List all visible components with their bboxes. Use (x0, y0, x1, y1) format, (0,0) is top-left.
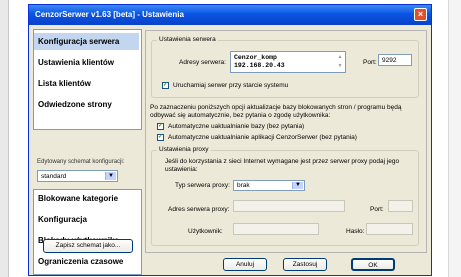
server-address-line-2: 192.168.20.43 (234, 62, 285, 69)
nav-item-server-config[interactable]: Konfiguracja serwera (34, 33, 139, 50)
settings-window: CenzorSerwer v1.63 [beta] - Ustawienia ×… (28, 4, 432, 276)
scroll-down-icon: ▼ (337, 63, 343, 69)
server-settings-panel: Ustawienia serwera Adresy serwera: Cenzo… (145, 30, 427, 253)
nav-item-configuration[interactable]: Konfiguracja (38, 215, 87, 224)
nav-item-visited-pages[interactable]: Odwiedzone strony (38, 100, 112, 109)
nav-item-client-list[interactable]: Lista klientów (38, 79, 91, 88)
server-settings-group: Ustawienia serwera Adresy serwera: Cenzo… (151, 36, 419, 98)
server-port-field[interactable]: 9292 (378, 54, 412, 66)
proxy-user-field[interactable] (233, 223, 319, 235)
proxy-password-field[interactable] (366, 223, 413, 235)
server-address-field[interactable]: Cenzor_komp 192.168.20.43 ▲ ▼ (230, 51, 346, 73)
settings-sidebar: Konfiguracja serwera Ustawienia klientów… (33, 29, 142, 275)
proxy-description: Jeśli do korzystania z sieci Internet wy… (165, 158, 400, 173)
chevron-down-icon: ▼ (105, 172, 116, 180)
proxy-password-label: Hasło: (346, 228, 365, 235)
right-page-margin (448, 0, 461, 277)
schema-select-value: standard (41, 173, 67, 180)
close-icon: × (417, 9, 424, 19)
auto-db-update-label: Automatyczne uaktualnianie bazy (bez pyt… (168, 123, 305, 130)
apply-button[interactable]: Zastosuj (283, 258, 327, 271)
schema-select[interactable]: standard ▼ (37, 170, 118, 182)
schema-nav-group: Blokowane kategorie Konfiguracja Blokady… (33, 189, 142, 275)
nav-item-time-limits[interactable]: Ograniczenia czasowe (38, 257, 123, 266)
nav-item-blocked-categories[interactable]: Blokowane kategorie (38, 194, 118, 203)
proxy-user-label: Użytkownik: (188, 228, 223, 235)
auto-app-update-checkbox[interactable]: ✓ (157, 134, 164, 141)
scroll-up-icon: ▲ (337, 54, 343, 60)
auto-app-update-label: Automatyczne uaktualnianie aplikacji Cen… (168, 134, 357, 141)
server-address-label: Adresy serwera: (179, 59, 226, 66)
ok-button[interactable]: OK (351, 258, 395, 271)
update-description: Po zaznaczeniu poniższych opcji aktualiz… (150, 104, 402, 119)
left-page-margin (0, 0, 9, 277)
auto-db-update-checkbox[interactable]: ✓ (157, 123, 164, 130)
schema-label: Edytowany schemat konfiguracji: (37, 159, 125, 165)
server-port-value: 9292 (382, 57, 397, 64)
close-button[interactable]: × (414, 8, 427, 21)
server-port-label: Port: (363, 59, 377, 66)
cancel-button[interactable]: Anuluj (223, 258, 267, 271)
autostart-label: Uruchamiaj serwer przy starcie systemu (173, 82, 289, 89)
proxy-type-select[interactable]: brak ▼ (233, 180, 305, 191)
proxy-settings-legend: Ustawienia proxy (157, 146, 211, 153)
nav-item-label: Konfiguracja serwera (38, 37, 120, 46)
proxy-settings-group: Ustawienia proxy Jeśli do korzystania z … (151, 146, 419, 246)
proxy-address-label: Adres serwera proxy: (168, 206, 230, 213)
server-settings-legend: Ustawienia serwera (157, 36, 218, 43)
nav-item-client-settings[interactable]: Ustawienia klientów (38, 58, 114, 67)
proxy-port-field[interactable] (388, 200, 413, 212)
proxy-address-field[interactable] (233, 200, 345, 212)
checkmark-icon: ✓ (158, 134, 164, 140)
chevron-down-icon: ▼ (292, 182, 303, 189)
autostart-checkbox[interactable]: ✓ (162, 82, 169, 89)
checkmark-icon: ✓ (158, 123, 164, 129)
scroll-arrows-icon: ▲ ▼ (336, 53, 344, 71)
proxy-type-label: Typ serwera proxy: (175, 182, 230, 189)
save-schema-button[interactable]: Zapisz schemat jako... (43, 239, 133, 253)
title-bar[interactable]: CenzorSerwer v1.63 [beta] - Ustawienia × (29, 5, 431, 25)
proxy-type-value: brak (237, 182, 250, 189)
server-address-line-1: Cenzor_komp (234, 54, 277, 61)
proxy-port-label: Port: (370, 206, 384, 213)
window-title: CenzorSerwer v1.63 [beta] - Ustawienia (35, 10, 184, 19)
checkmark-icon: ✓ (163, 82, 169, 88)
server-nav-group: Konfiguracja serwera Ustawienia klientów… (33, 29, 142, 130)
